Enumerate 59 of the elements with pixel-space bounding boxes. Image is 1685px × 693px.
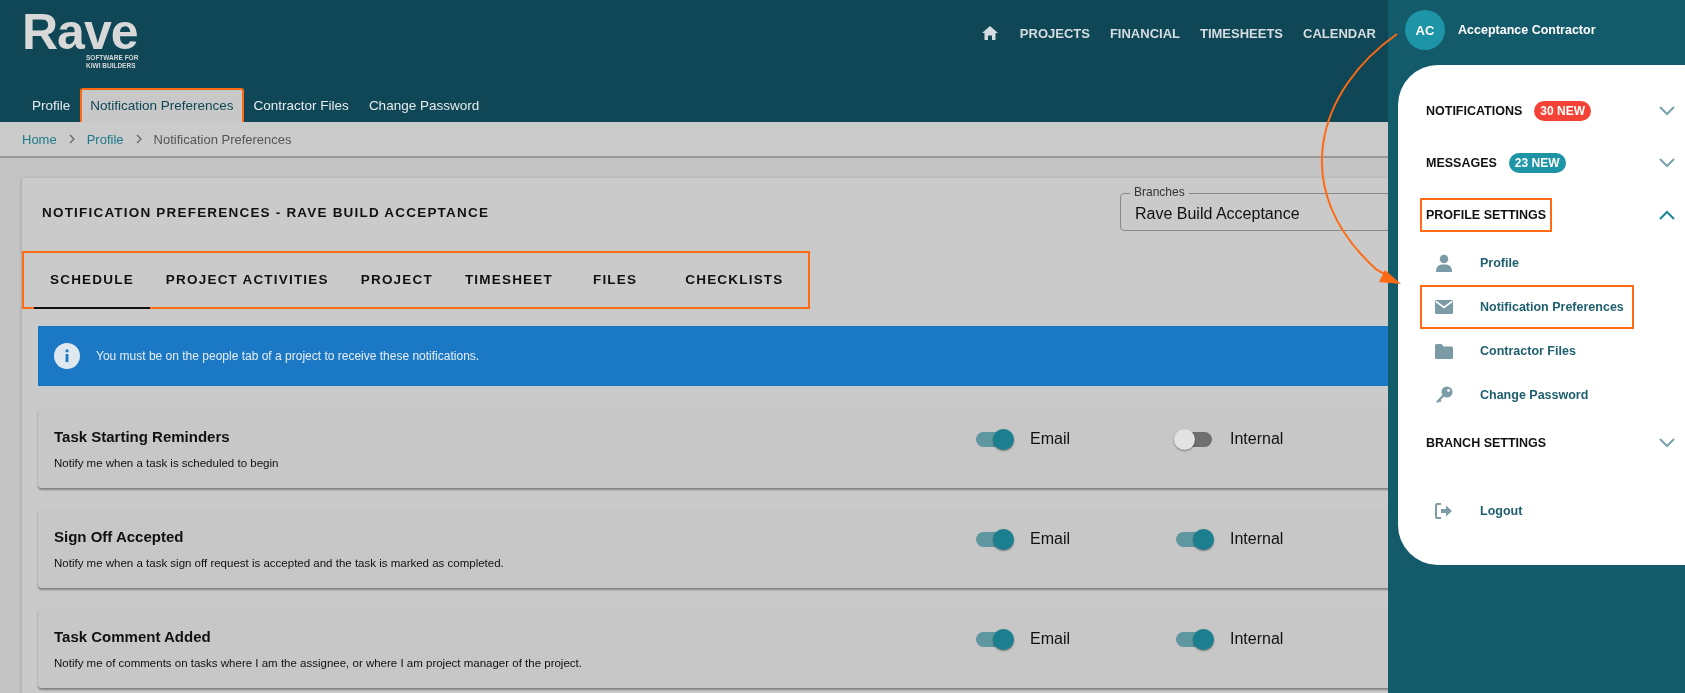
sub-nav-tab[interactable]: Contractor Files (243, 88, 359, 122)
toggle-label: Internal (1230, 530, 1284, 548)
toggle-label: Email (1030, 630, 1070, 648)
toggle-label: Internal (1230, 430, 1284, 448)
sub-nav-tab[interactable]: Notification Preferences (80, 88, 244, 122)
count-badge: 23 NEW (1508, 153, 1566, 173)
sub-nav-tab[interactable]: Change Password (358, 88, 490, 122)
menu-section-header[interactable]: MESSAGES (1420, 146, 1503, 180)
preference-title: Task Comment Added (54, 627, 212, 645)
field-label: Branches (1130, 185, 1189, 199)
tab[interactable]: PROJECT ACTIVITIES (149, 253, 345, 309)
menu-item[interactable]: Change Password (1420, 373, 1634, 417)
menu-section-header[interactable]: PROFILE SETTINGS (1420, 198, 1553, 232)
nav-link[interactable]: PROJECTS (1019, 25, 1090, 41)
chevron-up-icon[interactable] (1659, 210, 1675, 220)
chevron-down-icon[interactable] (1659, 106, 1675, 116)
page-title: NOTIFICATION PREFERENCES - RAVE BUILD ACCEPTANCE (42, 205, 490, 220)
count-badge: 30 NEW (1534, 101, 1591, 121)
preference-title: Sign Off Accepted (54, 527, 185, 545)
menu-section-header[interactable]: NOTIFICATIONS (1420, 94, 1529, 128)
tab[interactable]: TIMESHEET (448, 253, 569, 309)
tab[interactable]: SCHEDULE (34, 253, 150, 309)
avatar[interactable]: AC (1405, 10, 1445, 50)
preference-description: Notify me when a task is scheduled to begin (54, 456, 280, 469)
nav-link[interactable]: FINANCIAL (1109, 25, 1180, 41)
preference-title: Task Starting Reminders (54, 427, 231, 445)
chevron-down-icon[interactable] (1659, 158, 1675, 168)
logout-item[interactable]: Logout (1420, 489, 1634, 533)
info-icon (54, 343, 80, 369)
toggle-label: Email (1030, 530, 1070, 548)
tab[interactable]: FILES (568, 253, 662, 309)
toggle-switch[interactable] (1176, 431, 1212, 447)
chevron-right-icon (68, 134, 75, 144)
preference-description: Notify me of comments on tasks where I am the assignee, or where I am project manager of the project. (54, 656, 583, 669)
menu-item[interactable]: Profile (1420, 241, 1634, 285)
toggle-switch[interactable] (976, 531, 1012, 547)
tab[interactable]: CHECKLISTS (661, 253, 808, 309)
toggle-switch[interactable] (976, 631, 1012, 647)
home-icon[interactable] (981, 26, 998, 40)
user-name: Acceptance Contractor (1458, 23, 1596, 37)
toggle-switch[interactable] (1176, 531, 1212, 547)
toggle-switch[interactable] (976, 431, 1012, 447)
nav-link[interactable]: TIMESHEETS (1199, 25, 1284, 41)
preference-description: Notify me when a task sign off request is accepted and the task is marked as completed. (54, 556, 505, 569)
tab[interactable]: PROJECT (344, 253, 449, 309)
toggle-label: Internal (1230, 630, 1284, 648)
toggle-switch[interactable] (1176, 631, 1212, 647)
folder-icon (1432, 343, 1456, 359)
breadcrumb-item[interactable]: Notification Preferences (153, 131, 292, 147)
chevron-right-icon (135, 134, 142, 144)
chevron-down-icon[interactable] (1659, 438, 1675, 448)
toggle-label: Email (1030, 430, 1070, 448)
nav-link[interactable]: CALENDAR (1303, 25, 1376, 41)
menu-item[interactable]: Contractor Files (1420, 329, 1634, 373)
menu-section-header[interactable]: BRANCH SETTINGS (1420, 426, 1553, 460)
info-text: You must be on the people tab of a project to receive these notifications. (96, 349, 480, 363)
menu-item[interactable]: Notification Preferences (1420, 285, 1634, 329)
envelope-icon (1432, 300, 1456, 314)
sub-nav-tab[interactable]: Profile (22, 88, 81, 122)
